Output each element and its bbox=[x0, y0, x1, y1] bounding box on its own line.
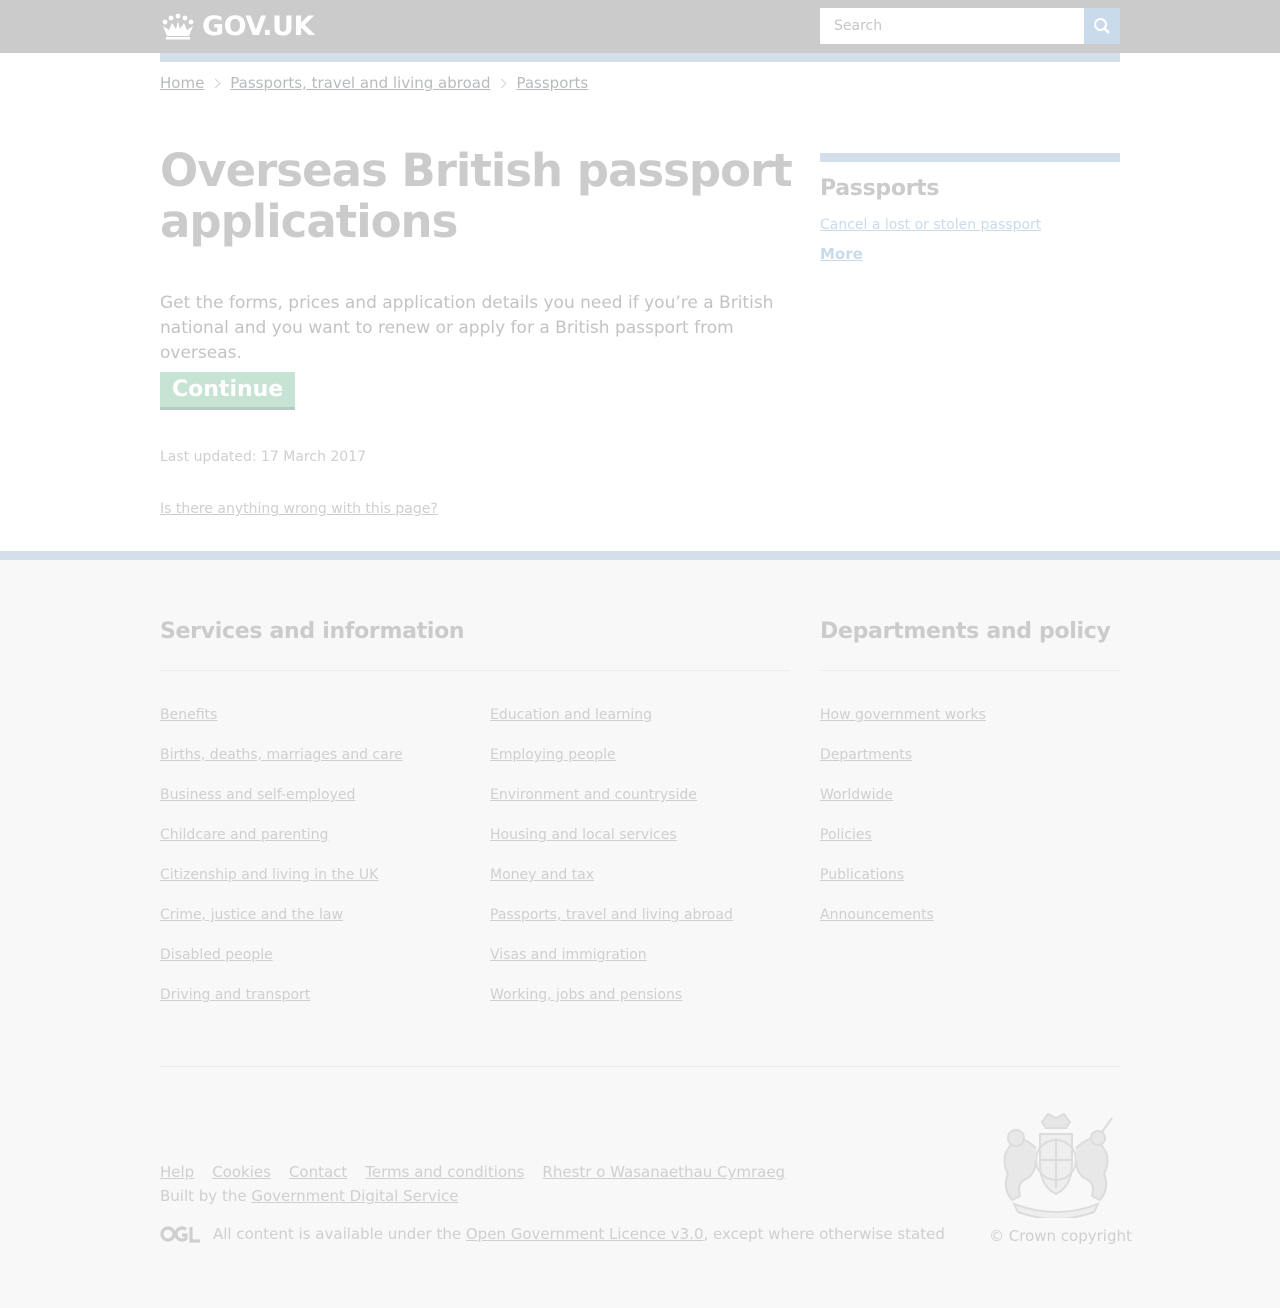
welsh-services-link[interactable]: Rhestr o Wasanaethau Cymraeg bbox=[542, 1163, 785, 1181]
list-item: Employing people bbox=[490, 747, 733, 787]
footer-link[interactable]: Money and tax bbox=[490, 867, 594, 883]
built-by: Built by the Government Digital Service bbox=[160, 1187, 459, 1205]
search-button[interactable] bbox=[1084, 8, 1120, 44]
footer-link[interactable]: Publications bbox=[820, 867, 904, 883]
footer-link[interactable]: Business and self-employed bbox=[160, 787, 355, 803]
footer-link[interactable]: Departments bbox=[820, 747, 912, 763]
licence-prefix: All content is available under the bbox=[213, 1225, 466, 1243]
services-list-2: Education and learning Employing people … bbox=[490, 707, 733, 1027]
footer-link[interactable]: Childcare and parenting bbox=[160, 827, 328, 843]
list-item: Announcements bbox=[820, 907, 986, 947]
list-item: Visas and immigration bbox=[490, 947, 733, 987]
licence-suffix: , except where otherwise stated bbox=[703, 1225, 945, 1243]
chevron-right-icon bbox=[497, 78, 507, 88]
cookies-link[interactable]: Cookies bbox=[212, 1163, 271, 1181]
footer-link[interactable]: Working, jobs and pensions bbox=[490, 987, 682, 1003]
services-list-1: Benefits Births, deaths, marriages and c… bbox=[160, 707, 403, 1027]
built-by-prefix: Built by the bbox=[160, 1187, 252, 1205]
royal-coat-of-arms-icon bbox=[1003, 1112, 1113, 1218]
footer-link[interactable]: Benefits bbox=[160, 707, 217, 723]
chevron-right-icon bbox=[210, 78, 221, 88]
last-updated: Last updated: 17 March 2017 bbox=[160, 449, 367, 465]
footer-link[interactable]: Announcements bbox=[820, 907, 934, 923]
footer-divider bbox=[160, 1066, 1120, 1067]
footer-link[interactable]: Births, deaths, marriages and care bbox=[160, 747, 403, 763]
site-search bbox=[820, 8, 1120, 44]
list-item: Crime, justice and the law bbox=[160, 907, 403, 947]
list-item: Departments bbox=[820, 747, 986, 787]
breadcrumb-passports-travel[interactable]: Passports, travel and living abroad bbox=[230, 74, 490, 92]
footer-link[interactable]: Employing people bbox=[490, 747, 616, 763]
departments-heading: Departments and policy bbox=[820, 619, 1111, 644]
footer-link[interactable]: Crime, justice and the law bbox=[160, 907, 343, 923]
list-item: Money and tax bbox=[490, 867, 733, 907]
footer-link[interactable]: Driving and transport bbox=[160, 987, 310, 1003]
breadcrumb: Home Passports, travel and living abroad… bbox=[160, 74, 588, 92]
footer-link[interactable]: Worldwide bbox=[820, 787, 893, 803]
list-item: Business and self-employed bbox=[160, 787, 403, 827]
list-item: Childcare and parenting bbox=[160, 827, 403, 867]
footer-link[interactable]: Disabled people bbox=[160, 947, 273, 963]
page-title: Overseas British passport applications bbox=[160, 144, 793, 248]
footer-link[interactable]: Housing and local services bbox=[490, 827, 677, 843]
list-item: Working, jobs and pensions bbox=[490, 987, 733, 1027]
page-lede: Get the forms, prices and application de… bbox=[160, 293, 774, 363]
list-item: Policies bbox=[820, 827, 986, 867]
ogl-licence-link[interactable]: Open Government Licence v3.0 bbox=[466, 1225, 704, 1243]
gds-link[interactable]: Government Digital Service bbox=[251, 1187, 458, 1205]
footer-meta-links: Help Cookies Contact Terms and condition… bbox=[160, 1163, 803, 1181]
list-item: Housing and local services bbox=[490, 827, 733, 867]
footer-link[interactable]: Policies bbox=[820, 827, 872, 843]
list-item: Passports, travel and living abroad bbox=[490, 907, 733, 947]
departments-list: How government works Departments Worldwi… bbox=[820, 707, 986, 947]
list-item: How government works bbox=[820, 707, 986, 747]
footer-link[interactable]: Education and learning bbox=[490, 707, 652, 723]
footer-link[interactable]: Environment and countryside bbox=[490, 787, 697, 803]
services-heading: Services and information bbox=[160, 619, 465, 644]
crown-icon bbox=[162, 13, 194, 40]
list-item: Education and learning bbox=[490, 707, 733, 747]
search-icon bbox=[1094, 18, 1110, 34]
header-stripe bbox=[160, 53, 1120, 62]
list-item: Citizenship and living in the UK bbox=[160, 867, 403, 907]
list-item: Publications bbox=[820, 867, 986, 907]
continue-button[interactable]: Continue bbox=[160, 372, 296, 410]
ogl-logo-icon bbox=[160, 1226, 200, 1243]
breadcrumb-passports[interactable]: Passports bbox=[516, 74, 588, 92]
list-item: Driving and transport bbox=[160, 987, 403, 1027]
list-item: Births, deaths, marriages and care bbox=[160, 747, 403, 787]
footer-link[interactable]: Visas and immigration bbox=[490, 947, 647, 963]
related-heading: Passports bbox=[820, 176, 940, 201]
footer-link[interactable]: How government works bbox=[820, 707, 986, 723]
search-input[interactable] bbox=[820, 8, 1084, 44]
list-item: Benefits bbox=[160, 707, 403, 747]
list-item: Environment and countryside bbox=[490, 787, 733, 827]
contact-link[interactable]: Contact bbox=[289, 1163, 347, 1181]
site-footer: Services and information Departments and… bbox=[0, 551, 1280, 1308]
list-item: Worldwide bbox=[820, 787, 986, 827]
related-more-link[interactable]: More bbox=[820, 245, 1120, 263]
help-link[interactable]: Help bbox=[160, 1163, 194, 1181]
services-rule bbox=[160, 670, 790, 671]
related-link-cancel-passport[interactable]: Cancel a lost or stolen passport bbox=[820, 217, 1120, 233]
report-problem-link[interactable]: Is there anything wrong with this page? bbox=[160, 501, 438, 517]
footer-link[interactable]: Passports, travel and living abroad bbox=[490, 907, 733, 923]
govuk-logo-link[interactable]: GOV.UK bbox=[160, 10, 314, 42]
related-links: Passports Cancel a lost or stolen passpo… bbox=[820, 153, 1120, 263]
list-item: Disabled people bbox=[160, 947, 403, 987]
terms-link[interactable]: Terms and conditions bbox=[365, 1163, 524, 1181]
departments-rule bbox=[820, 670, 1120, 671]
crown-copyright[interactable]: © Crown copyright bbox=[989, 1227, 1132, 1245]
site-header: GOV.UK bbox=[0, 0, 1280, 53]
govuk-logo-text: GOV.UK bbox=[202, 10, 314, 42]
licence: All content is available under the Open … bbox=[160, 1225, 945, 1243]
breadcrumb-home[interactable]: Home bbox=[160, 74, 204, 92]
footer-link[interactable]: Citizenship and living in the UK bbox=[160, 867, 378, 883]
